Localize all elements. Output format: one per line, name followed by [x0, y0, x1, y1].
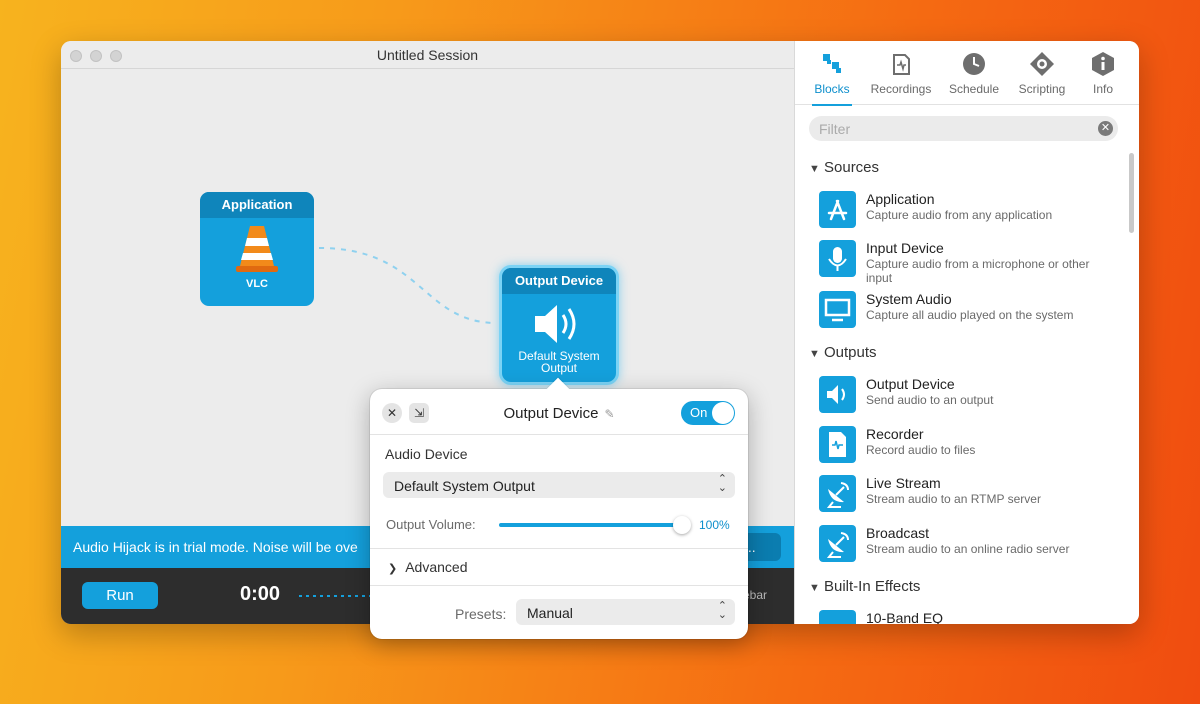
tab-info[interactable]: Info	[1067, 51, 1139, 96]
updown-chevron-icon: ⌃ ⌄	[717, 473, 727, 494]
level-meter	[299, 595, 374, 597]
clock-icon	[963, 53, 985, 75]
output-volume-label: Output Volume:	[386, 517, 476, 532]
item-title: Application	[866, 191, 935, 207]
speaker-icon	[819, 376, 856, 413]
sidebar-tabs: Blocks Recordings Schedule Scripting Inf…	[795, 41, 1139, 106]
section-outputs[interactable]: ▼ Outputs	[809, 344, 877, 361]
item-desc: Capture audio from a microphone or other…	[866, 257, 1090, 285]
tab-label: Blocks	[814, 82, 850, 96]
sidebar-scrollbar[interactable]	[1129, 153, 1134, 233]
tab-blocks[interactable]: Blocks	[796, 51, 868, 106]
output-device-popover: ✕ ⇲ Output Device ✎ On Audio Device Defau…	[370, 389, 748, 639]
section-title: Outputs	[824, 344, 877, 361]
broadcast-icon	[819, 525, 856, 562]
slider-thumb[interactable]	[673, 516, 691, 534]
info-icon	[1092, 52, 1114, 76]
satellite-icon	[819, 475, 856, 512]
window-title: Untitled Session	[376, 47, 479, 63]
output-volume-slider[interactable]	[499, 516, 691, 534]
advanced-label: Advanced	[405, 559, 468, 575]
tab-recordings[interactable]: Recordings	[865, 51, 937, 96]
block-header: Output Device	[502, 268, 616, 294]
chevron-down-icon: ▼	[809, 163, 820, 175]
filter-input[interactable]	[819, 119, 1079, 138]
item-title: 10-Band EQ	[866, 610, 944, 624]
application-block[interactable]: Application VLC	[200, 192, 314, 306]
item-title: Output Device	[866, 376, 955, 392]
block-label: Default System Output	[518, 349, 600, 375]
tab-label: Recordings	[870, 82, 932, 96]
item-title: System Audio	[866, 291, 952, 307]
block-enabled-toggle[interactable]: On	[681, 401, 735, 425]
tab-label: Schedule	[948, 82, 1000, 96]
trial-message: Audio Hijack is in trial mode. Noise wil…	[73, 539, 358, 555]
chevron-right-icon: ❯	[388, 563, 398, 575]
item-title: Live Stream	[866, 475, 941, 491]
recorder-icon	[819, 426, 856, 463]
toggle-label: On	[690, 405, 708, 420]
audio-device-value: Default System Output	[394, 478, 535, 494]
clear-filter-icon[interactable]: ✕	[1098, 121, 1113, 136]
pencil-icon: ✎	[604, 407, 615, 421]
audio-device-label: Audio Device	[385, 446, 468, 462]
tab-schedule[interactable]: Schedule	[938, 51, 1010, 96]
item-desc: Stream audio to an RTMP server	[866, 492, 1041, 506]
chevron-down-icon: ▼	[809, 582, 820, 594]
recordings-icon	[893, 54, 910, 75]
divider	[370, 585, 748, 586]
microphone-icon	[819, 240, 856, 277]
popover-header: ✕ ⇲ Output Device ✎ On	[370, 389, 748, 435]
advanced-disclosure[interactable]: ❯ Advanced	[388, 559, 468, 575]
title-bar: Untitled Session	[61, 41, 794, 69]
updown-chevron-icon: ⌃ ⌄	[717, 600, 727, 621]
monitor-icon	[819, 291, 856, 328]
blocks-icon	[823, 54, 841, 73]
filter-field[interactable]: ✕	[809, 116, 1118, 141]
output-device-block[interactable]: Output Device Default System Output	[502, 268, 616, 382]
item-title: Recorder	[866, 426, 924, 442]
item-desc: Capture all audio played on the system	[866, 308, 1074, 322]
divider	[370, 548, 748, 549]
section-sources[interactable]: ▼ Sources	[809, 159, 879, 176]
run-button[interactable]: Run	[82, 582, 158, 609]
scripting-icon	[1030, 52, 1054, 76]
section-built-in-effects[interactable]: ▼ Built-In Effects	[809, 578, 920, 595]
section-title: Built-In Effects	[824, 578, 921, 595]
speaker-icon	[535, 305, 576, 343]
tab-label: Info	[1092, 82, 1113, 96]
toggle-knob	[712, 402, 734, 424]
block-label: VLC	[246, 278, 268, 290]
presets-select[interactable]: Manual ⌃ ⌄	[516, 599, 735, 625]
app-store-icon	[819, 191, 856, 228]
eq-icon	[819, 610, 856, 624]
output-volume-value: 100%	[699, 518, 730, 532]
item-title: Broadcast	[866, 525, 930, 541]
vlc-cone-icon	[236, 226, 278, 272]
popover-title-text: Output Device	[503, 405, 599, 422]
item-title: Input Device	[866, 240, 944, 256]
item-desc: Stream audio to an online radio server	[866, 542, 1070, 556]
presets-label: Presets:	[455, 606, 507, 622]
item-desc: Capture audio from any application	[866, 208, 1053, 222]
blocks-sidebar: Blocks Recordings Schedule Scripting Inf…	[794, 41, 1139, 624]
session-timer: 0:00	[240, 583, 281, 605]
item-desc: Send audio to an output	[866, 393, 994, 407]
block-header: Application	[200, 192, 314, 218]
audio-device-select[interactable]: Default System Output ⌃ ⌄	[383, 472, 735, 498]
item-desc: Record audio to files	[866, 443, 976, 457]
section-title: Sources	[824, 159, 880, 176]
presets-value: Manual	[527, 605, 573, 621]
chevron-down-icon: ▼	[809, 348, 820, 360]
